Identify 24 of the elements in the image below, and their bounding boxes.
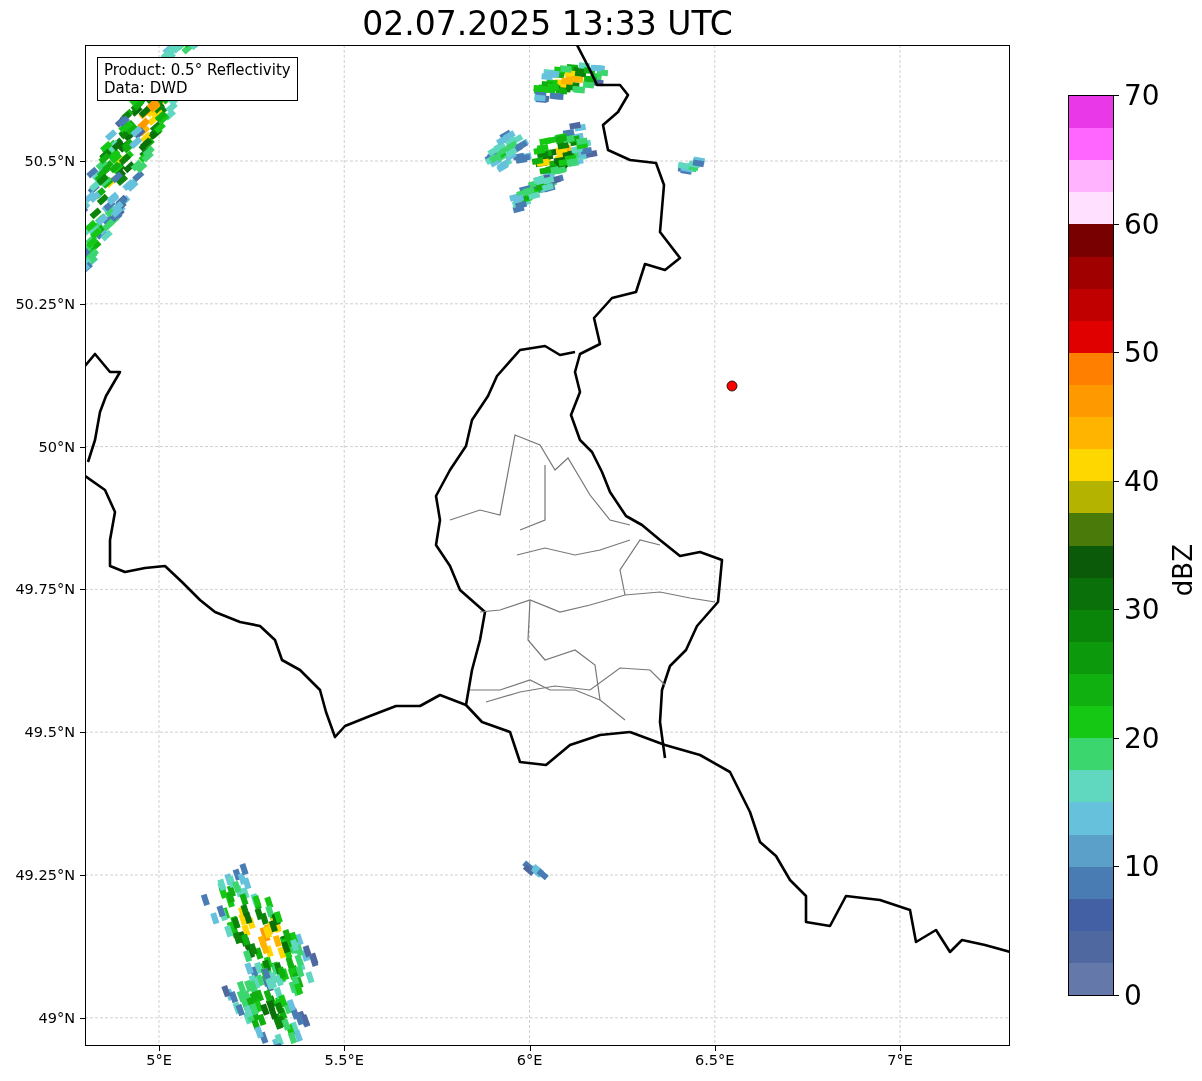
longitude-label: 6°E [516,1052,543,1068]
colorbar-tick-label: 40 [1124,464,1160,498]
chart-title: 02.07.2025 13:33 UTC [361,3,734,45]
latitude-label: 49°N [38,1009,75,1026]
colorbar-tick-label: 50 [1124,335,1160,369]
colorbar-tick-label: 70 [1124,78,1160,112]
latitude-label: 49.25°N [15,867,75,883]
longitude-label: 5.5°E [324,1052,364,1068]
info-text: Data: DWD [104,79,189,97]
colorbar-label: dBZ [1168,544,1198,597]
colorbar-tick-label: 20 [1124,721,1160,755]
latitude-label: 50°N [38,438,75,455]
latitude-label: 49.75°N [15,581,75,598]
colorbar-tick-label: 60 [1124,207,1160,241]
latitude-label: 49.5°N [24,724,75,741]
latitude-label: 50.5°N [24,153,75,169]
colorbar-tick-label: 0 [1124,978,1142,1012]
longitude-label: 5°E [146,1052,172,1068]
longitude-label: 6.5°E [695,1052,735,1068]
colorbar-tick-label: 30 [1124,592,1160,626]
colorbar-tick-label: 10 [1124,849,1160,883]
info-text: Product: 0.5° Reflectivity [104,61,291,79]
latitude-label: 50.25°N [15,295,75,312]
longitude-label: 7°E [887,1052,913,1068]
